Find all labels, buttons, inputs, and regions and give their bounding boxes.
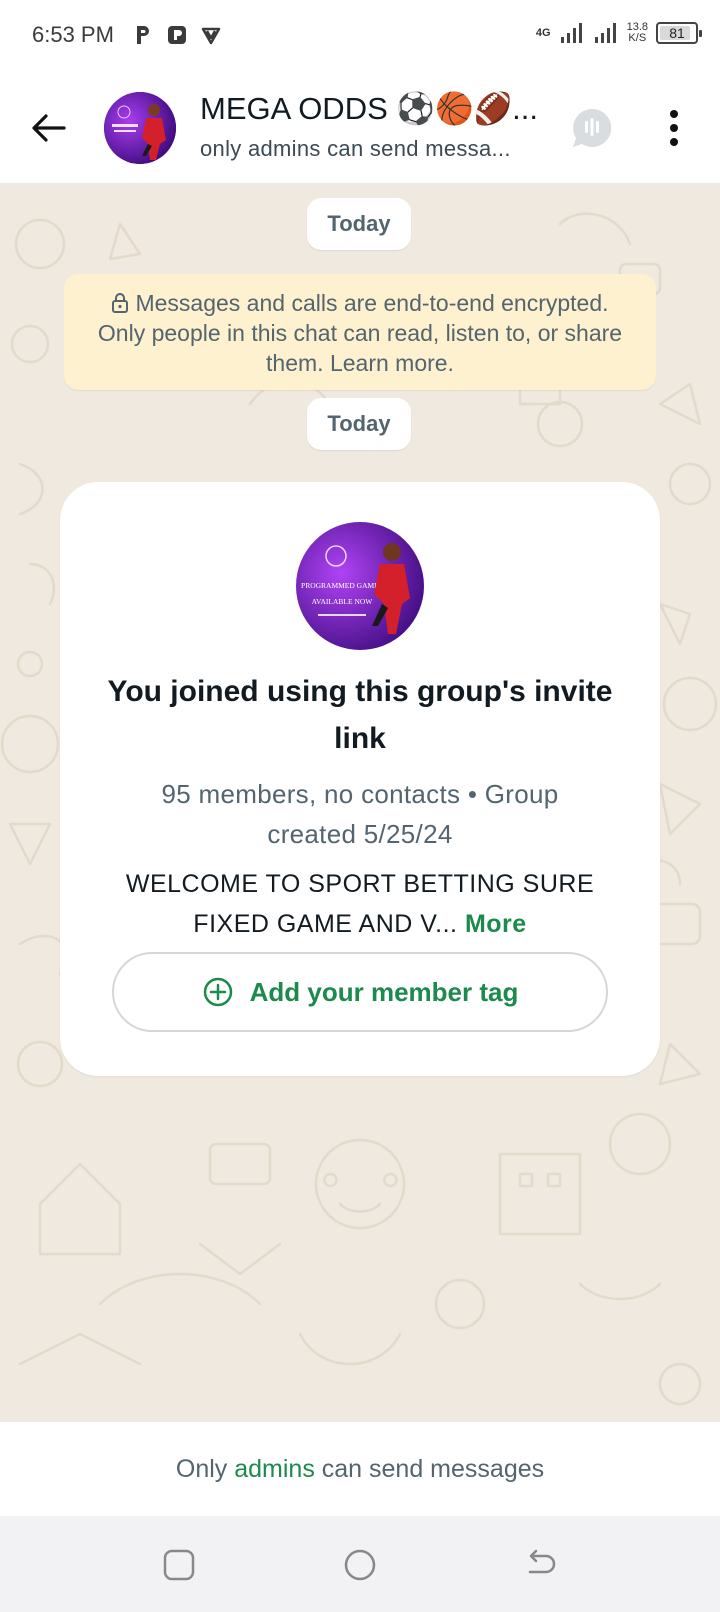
status-right-group: 4G 13.8 K/S 81 <box>535 22 702 44</box>
status-bar: 6:53 PM 4G 13.8 K/S 81 <box>0 0 720 72</box>
network-type: 4G <box>535 27 551 39</box>
encryption-notice[interactable]: Messages and calls are end-to-end encryp… <box>64 274 656 390</box>
date-chip: Today <box>307 198 411 250</box>
recents-icon[interactable] <box>160 1546 198 1584</box>
admins-link[interactable]: admins <box>234 1455 315 1484</box>
status-time: 6:53 PM <box>32 22 114 47</box>
system-nav-bar <box>0 1516 720 1612</box>
network-speed: 13.8 K/S <box>627 22 648 44</box>
add-member-tag-button[interactable]: Add your member tag <box>112 952 608 1032</box>
voice-chat-icon[interactable] <box>570 106 614 150</box>
admins-only-footer: Only admins can send messages <box>0 1422 720 1516</box>
date-chip-2: Today <box>307 398 411 450</box>
group-avatar[interactable] <box>104 92 176 164</box>
add-circle-icon <box>203 977 232 1007</box>
app-badge-icon <box>166 24 188 46</box>
battery-level: 81 <box>669 25 685 41</box>
footer-suffix: can send messages <box>314 1454 545 1483</box>
add-member-tag-label: Add your member tag <box>249 976 519 1007</box>
home-icon[interactable] <box>341 1546 379 1584</box>
group-name[interactable]: MEGA ODDS ⚽🏀🏈... <box>200 90 540 127</box>
parking-p-icon <box>132 24 154 46</box>
signal-icon-2 <box>594 23 616 43</box>
group-info-avatar[interactable]: PROGRAMMED GAMES AVAILABLE NOW <box>296 522 424 650</box>
back-arrow-icon[interactable] <box>28 108 68 148</box>
chat-area[interactable]: Today Messages and calls are end-to-end … <box>0 184 720 1422</box>
speed-unit: K/S <box>628 32 647 44</box>
avatar-caption-2: AVAILABLE NOW <box>312 597 374 606</box>
invite-joined-title: You joined using this group's invite lin… <box>107 675 613 755</box>
group-description[interactable]: WELCOME TO SPORT BETTING SURE FIXED GAME… <box>100 864 620 944</box>
encryption-text: Messages and calls are end-to-end encryp… <box>97 290 623 376</box>
chat-header: MEGA ODDS ⚽🏀🏈... only admins can send me… <box>0 72 720 184</box>
more-options-icon[interactable] <box>662 106 686 150</box>
group-info-card: PROGRAMMED GAMES AVAILABLE NOW You joined… <box>60 482 660 1076</box>
group-meta: 95 members, no contacts • Group created … <box>161 779 559 849</box>
lock-icon <box>112 293 129 313</box>
vpn-shield-icon <box>200 24 222 46</box>
footer-prefix: Only <box>175 1454 235 1483</box>
back-nav-icon[interactable] <box>522 1546 560 1584</box>
signal-icon <box>560 23 582 43</box>
more-link[interactable]: More <box>465 910 527 938</box>
group-subtitle[interactable]: only admins can send messa... <box>200 136 540 162</box>
battery-icon: 81 <box>656 22 702 44</box>
avatar-caption-1: PROGRAMMED GAMES <box>301 581 383 590</box>
